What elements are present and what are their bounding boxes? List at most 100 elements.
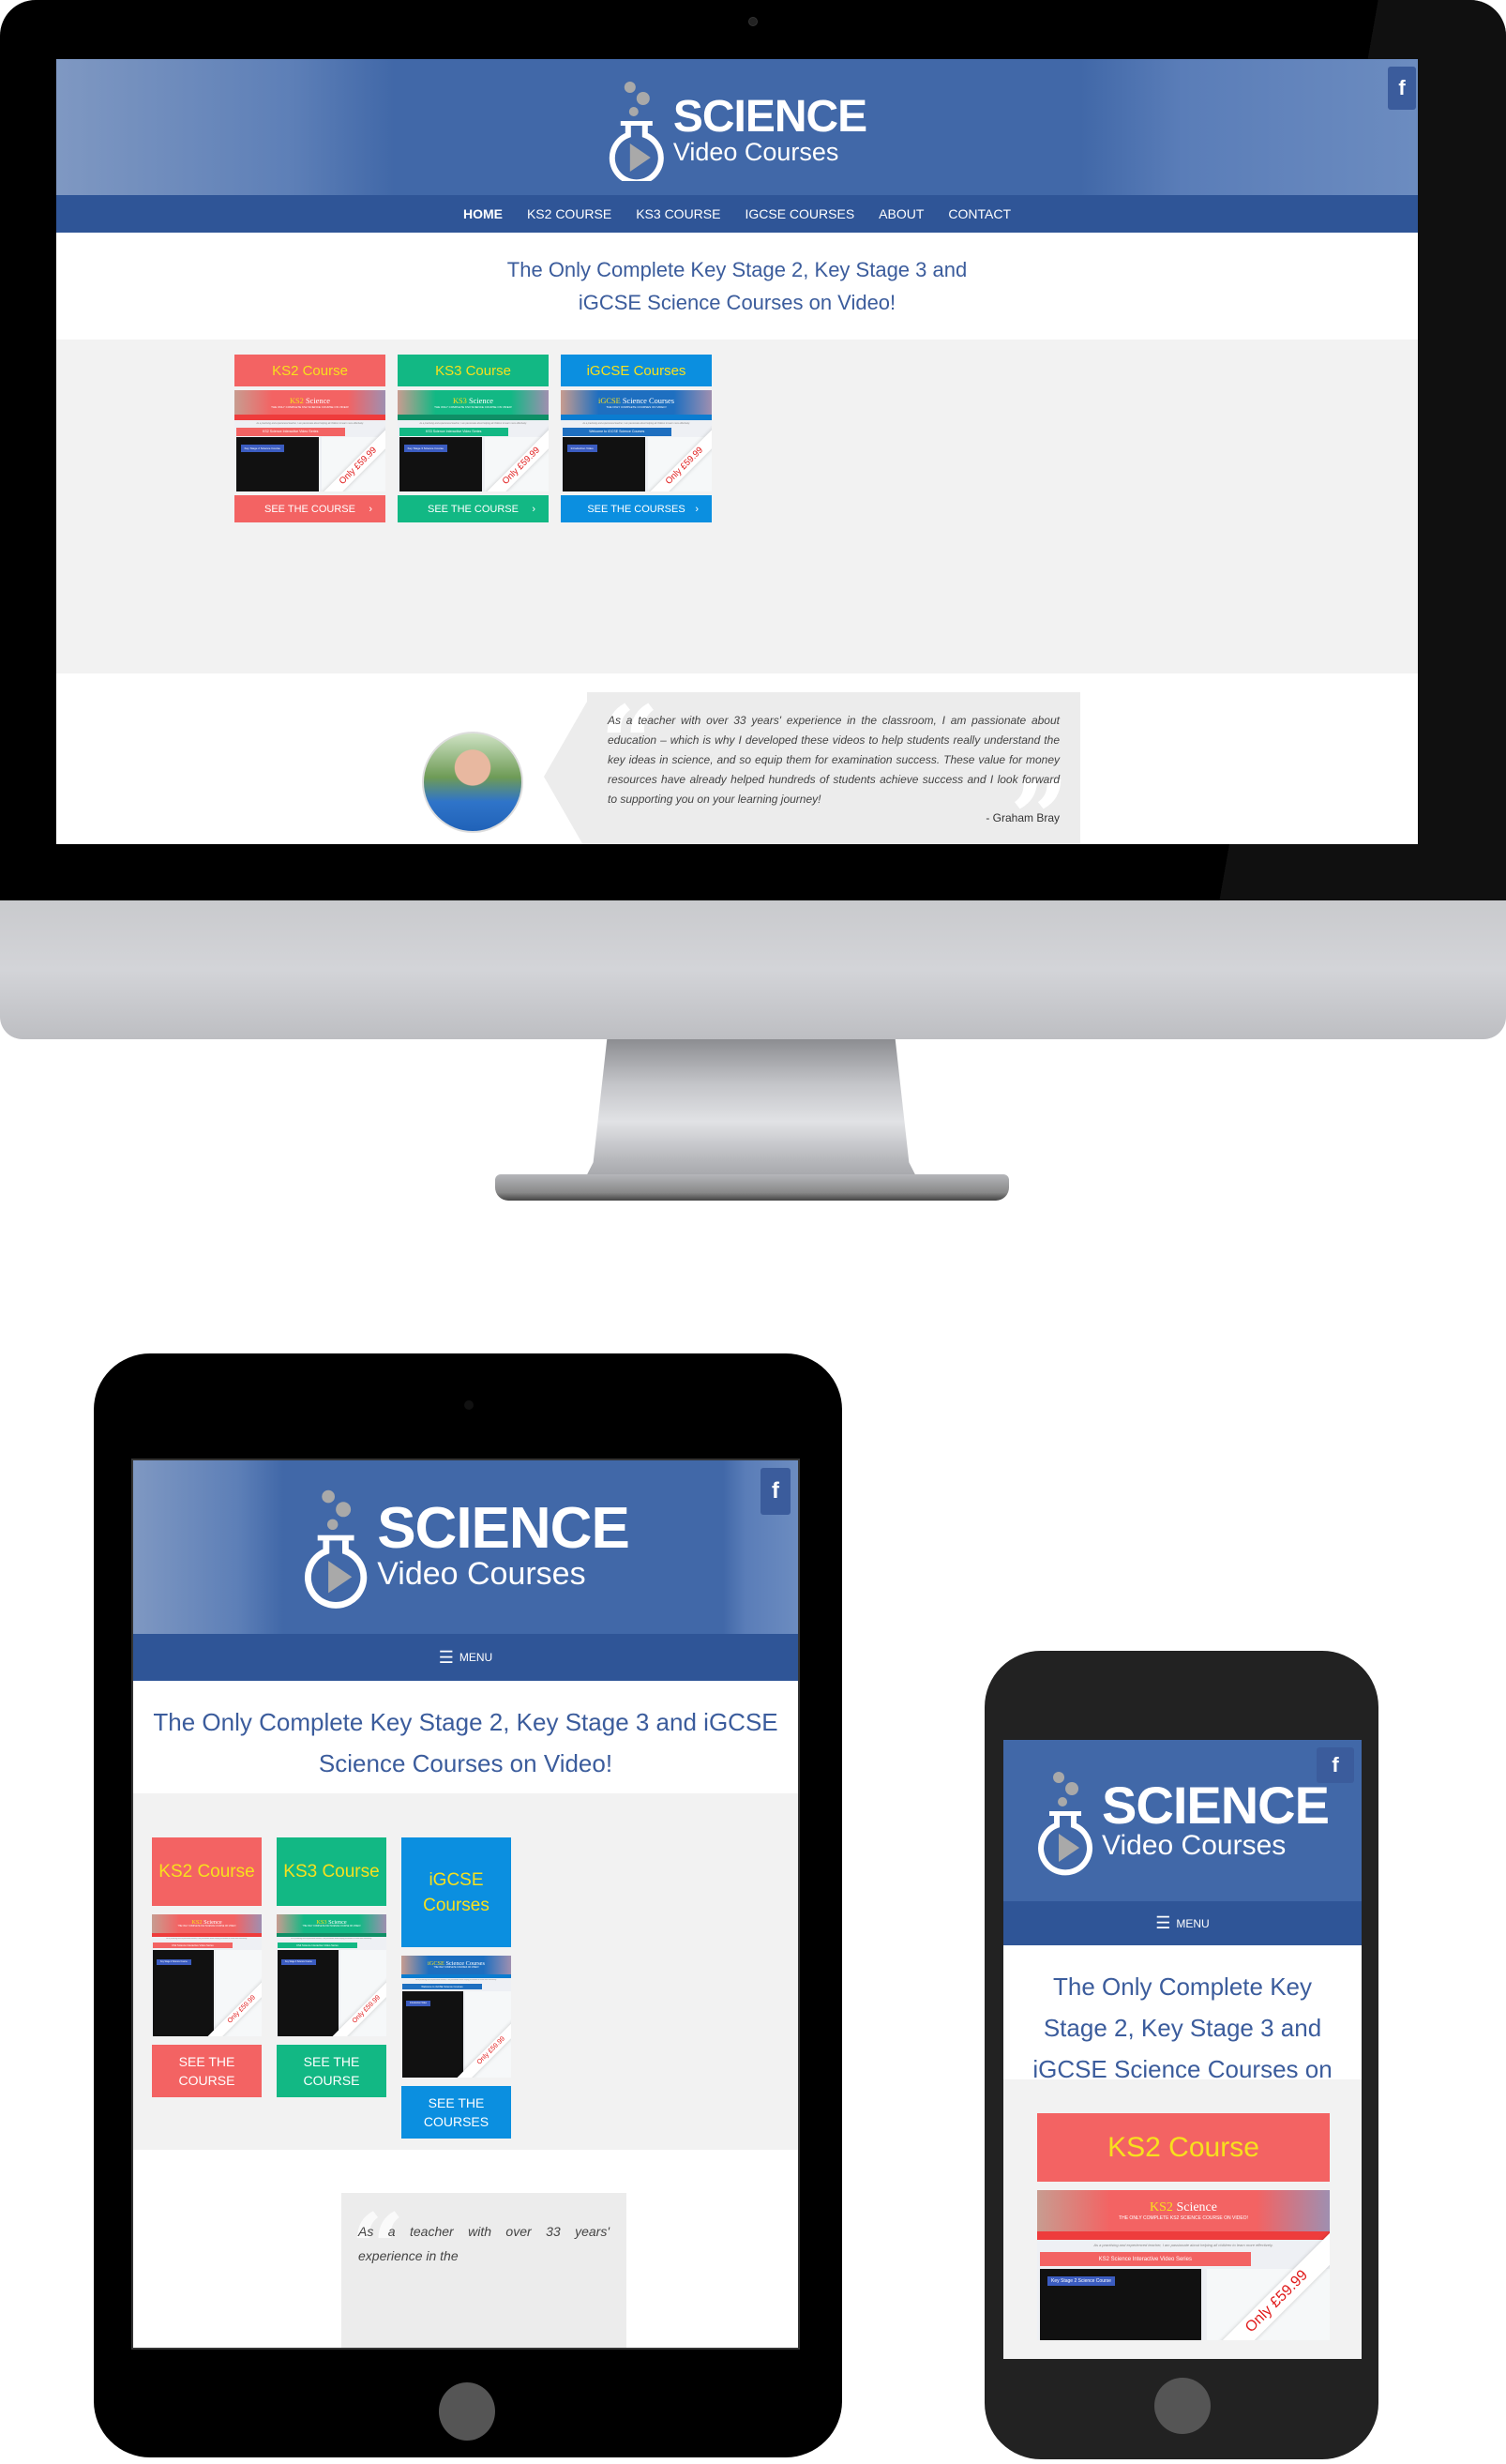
preview-strapline: THE ONLY COMPLETE KS3 SCIENCE COURSE ON … <box>302 1926 361 1928</box>
course-card: KS3 Course KS3 Science THE ONLY COMPLETE… <box>277 1837 386 2097</box>
tagline-line-1: The Only Complete Key Stage 2, Key Stage… <box>506 258 968 281</box>
menu-label: MENU <box>459 1651 493 1664</box>
preview-quote: As a practising and experienced teacher,… <box>291 1938 372 1941</box>
menu-label: MENU <box>1176 1916 1210 1930</box>
preview-brand: KS3 Science <box>316 1919 346 1926</box>
course-preview-image[interactable]: KS2 Science THE ONLY COMPLETE KS2 SCIENC… <box>1037 2190 1330 2340</box>
preview-video-label: Key Stage 2 Science Course <box>156 1958 191 1965</box>
nav-home[interactable]: HOME <box>463 206 503 221</box>
menu-toggle[interactable]: ☰ MENU <box>1003 1901 1362 1945</box>
facebook-icon[interactable]: f <box>1317 1747 1354 1783</box>
preview-brand-key: KS2 <box>191 1919 203 1927</box>
preview-strapline: THE ONLY COMPLETE COURSES ON VIDEO! <box>606 404 667 409</box>
course-title[interactable]: iGCSE Courses <box>401 1837 511 1947</box>
preview-nav <box>1037 2231 1330 2240</box>
preview-brand-suffix: Science <box>203 1919 222 1927</box>
preview-header: iGCSE Science Courses THE ONLY COMPLETE … <box>401 1956 511 1974</box>
preview-brand-suffix: Science Courses <box>445 1960 485 1968</box>
course-title[interactable]: KS2 Course <box>234 355 385 386</box>
menu-toggle[interactable]: ☰ MENU <box>133 1634 798 1681</box>
phone-home-button[interactable] <box>1154 2378 1211 2434</box>
tagline: The Only Complete Key Stage 2, Key Stage… <box>56 233 1418 340</box>
preview-video: Key Stage 2 Science Course <box>153 1949 214 2036</box>
see-course-button[interactable]: SEE THE COURSE › <box>234 495 385 522</box>
course-title[interactable]: KS3 Course <box>277 1837 386 1906</box>
header-photo-left <box>56 59 394 195</box>
preview-header: KS3 Science THE ONLY COMPLETE KS3 SCIENC… <box>398 390 549 416</box>
see-course-button[interactable]: SEE THE COURSES <box>401 2086 511 2139</box>
facebook-icon[interactable]: f <box>1388 67 1416 110</box>
ks2-course-title[interactable]: KS2 Course <box>1037 2113 1330 2182</box>
preview-quote: As a practising and experienced teacher,… <box>256 421 364 425</box>
courses-section: KS2 Course KS2 Science THE ONLY COMPLETE… <box>133 1793 798 2150</box>
header-photo-right <box>1080 59 1418 195</box>
preview-nav <box>152 1932 262 1937</box>
course-card: KS3 Course KS3 Science THE ONLY COMPLETE… <box>398 355 549 522</box>
preview-brand: KS2 Science <box>290 397 330 405</box>
nav-about[interactable]: ABOUT <box>879 206 924 221</box>
tagline-line-2: iGCSE Science Courses on Video! <box>578 291 896 314</box>
preview-header: iGCSE Science Courses THE ONLY COMPLETE … <box>561 390 712 416</box>
preview-quote: As a practising and experienced teacher,… <box>415 1979 497 1982</box>
preview-brand-suffix: Science <box>305 396 331 405</box>
courses-section: KS2 Course KS2 Science THE ONLY COMPLETE… <box>56 340 1418 673</box>
flask-play-icon <box>304 1489 367 1609</box>
preview-video: Key Stage 2 Science Course <box>1040 2269 1201 2340</box>
site-logo[interactable]: SCIENCE Video Courses <box>1036 1759 1330 1881</box>
logo-subtitle: Video Courses <box>672 137 839 166</box>
course-preview-image[interactable]: KS2 Science THE ONLY COMPLETE KS2 SCIENC… <box>152 1914 262 2036</box>
nav-igcse-courses[interactable]: IGCSE COURSES <box>745 206 854 221</box>
preview-video-label: Introduction Video <box>405 2000 431 2006</box>
site-logo[interactable]: SCIENCE Video Courses <box>608 78 867 181</box>
course-preview-image[interactable]: iGCSE Science Courses THE ONLY COMPLETE … <box>561 390 712 491</box>
preview-video-label: Key Stage 2 Science Course <box>240 445 284 453</box>
phone-header: SCIENCE Video Courses f <box>1003 1740 1362 1901</box>
nav-ks3-course[interactable]: KS3 COURSE <box>636 206 720 221</box>
course-title[interactable]: iGCSE Courses <box>561 355 712 386</box>
logo-subtitle: Video Courses <box>377 1556 586 1592</box>
preview-brand-key: KS3 <box>316 1919 327 1927</box>
course-preview-image[interactable]: iGCSE Science Courses THE ONLY COMPLETE … <box>401 1956 511 2078</box>
preview-brand-suffix: Science <box>328 1919 347 1927</box>
course-preview-image[interactable]: KS3 Science THE ONLY COMPLETE KS3 SCIENC… <box>398 390 549 491</box>
testimonial-section: “ As a teacher with over 33 years' exper… <box>133 2150 798 2348</box>
preview-quote: As a practising and experienced teacher,… <box>419 421 527 425</box>
see-course-button[interactable]: SEE THE COURSE <box>277 2045 386 2097</box>
preview-quote: As a practising and experienced teacher,… <box>1093 2243 1273 2247</box>
course-card: iGCSE Courses iGCSE Science Courses THE O… <box>401 1837 511 2139</box>
tablet-screen: SCIENCE Video Courses f ☰ MENU The Only … <box>131 1459 800 2350</box>
course-title-text: KS3 Course <box>283 1862 380 1882</box>
testimonial-text: As a teacher with over 33 years' experie… <box>358 2224 610 2263</box>
preview-strapline: THE ONLY COMPLETE KS3 SCIENCE COURSE ON … <box>434 404 512 409</box>
see-course-button[interactable]: SEE THE COURSE › <box>398 495 549 522</box>
testimonial-author: - Graham Bray <box>986 811 1060 824</box>
see-course-label: SEE THE COURSE <box>428 503 519 515</box>
preview-video: Introduction Video <box>562 437 646 491</box>
preview-video: Key Stage 3 Science Course <box>399 437 483 491</box>
site-header: SCIENCE Video Courses f <box>56 59 1418 195</box>
hamburger-icon: ☰ <box>438 1647 454 1667</box>
course-title[interactable]: KS2 Course <box>152 1837 262 1906</box>
site-logo[interactable]: SCIENCE Video Courses <box>302 1479 630 1610</box>
preview-header: KS2 Science THE ONLY COMPLETE KS2 SCIENC… <box>234 390 385 416</box>
preview-quote: As a practising and experienced teacher,… <box>166 1938 248 1941</box>
facebook-icon[interactable]: f <box>761 1468 791 1515</box>
monitor-stand-foot <box>495 1174 1009 1201</box>
preview-video-label: Introduction Video <box>566 445 597 453</box>
course-title[interactable]: KS3 Course <box>398 355 549 386</box>
preview-nav <box>234 415 385 420</box>
course-preview-image[interactable]: KS2 Science THE ONLY COMPLETE KS2 SCIENC… <box>234 390 385 491</box>
course-preview-image[interactable]: KS3 Science THE ONLY COMPLETE KS3 SCIENC… <box>277 1914 386 2036</box>
preview-band: KS2 Science Interactive Video Series <box>153 1942 233 1949</box>
chevron-right-icon: › <box>369 503 372 515</box>
hamburger-icon: ☰ <box>1155 1913 1171 1932</box>
preview-quote: As a practising and experienced teacher,… <box>582 421 690 425</box>
tablet-home-button[interactable] <box>439 2382 495 2441</box>
nav-ks2-course[interactable]: KS2 COURSE <box>527 206 611 221</box>
see-course-button[interactable]: SEE THE COURSES › <box>561 495 712 522</box>
nav-contact[interactable]: CONTACT <box>948 206 1011 221</box>
preview-video: Key Stage 2 Science Course <box>235 437 320 491</box>
preview-brand-key: KS2 <box>289 396 304 405</box>
see-course-button[interactable]: SEE THE COURSE <box>152 2045 262 2097</box>
see-course-label: COURSE <box>303 2073 360 2088</box>
